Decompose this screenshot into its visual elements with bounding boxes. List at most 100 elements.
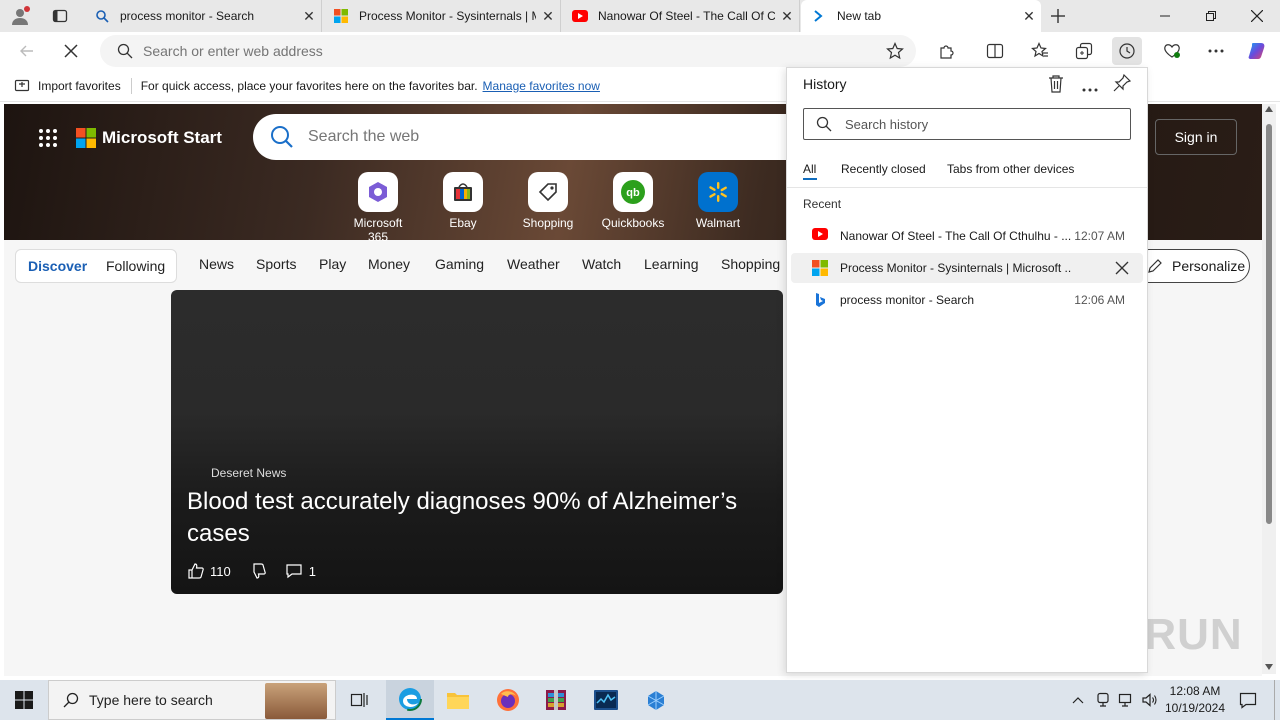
history-item-title: Process Monitor - Sysinternals | Microso… (840, 261, 1072, 275)
page-scrollbar[interactable] (1262, 104, 1276, 674)
history-item-time: 12:06 AM (1074, 293, 1125, 307)
volume-icon[interactable] (1138, 680, 1162, 720)
tab-new-tab[interactable]: New tab ✕ (801, 0, 1041, 32)
close-tab-icon[interactable]: ✕ (775, 8, 799, 25)
quick-link-ebay[interactable]: Ebay (428, 172, 498, 230)
extensions-icon[interactable] (932, 37, 962, 65)
nav-play[interactable]: Play (319, 256, 346, 272)
apps-launcher-icon[interactable] (38, 128, 58, 151)
history-item[interactable]: Process Monitor - Sysinternals | Microso… (791, 253, 1143, 283)
minimize-button[interactable] (1142, 0, 1188, 32)
tab-nanowar-youtube[interactable]: Nanowar Of Steel - The Call Of Cthulhu ✕ (562, 0, 800, 32)
search-icon (63, 692, 79, 708)
address-bar[interactable] (100, 35, 916, 67)
delete-history-icon[interactable] (1048, 75, 1064, 96)
more-options-icon[interactable] (1082, 81, 1098, 95)
tab-title: process monitor - Search (120, 9, 255, 23)
firefox-icon[interactable] (484, 680, 532, 720)
tab-process-monitor-search[interactable]: process monitor - Search ✕ (84, 0, 322, 32)
thumbs-up-icon[interactable] (187, 562, 205, 580)
favorite-star-icon[interactable] (886, 42, 904, 60)
tab-following[interactable]: Following (106, 258, 165, 274)
taskbar-search-box[interactable]: Type here to search (48, 680, 336, 720)
tab-recently-closed[interactable]: Recently closed (841, 162, 926, 176)
sign-in-button[interactable]: Sign in (1155, 119, 1237, 155)
quick-link-walmart[interactable]: Walmart (683, 172, 753, 230)
start-button[interactable] (0, 680, 48, 720)
task-view-icon[interactable] (336, 680, 384, 720)
nav-news[interactable]: News (199, 256, 234, 272)
nav-watch[interactable]: Watch (582, 256, 621, 272)
tab-other-devices[interactable]: Tabs from other devices (947, 162, 1074, 176)
nav-learning[interactable]: Learning (644, 256, 699, 272)
split-screen-icon[interactable] (980, 37, 1010, 65)
import-favorites-icon[interactable] (14, 78, 30, 94)
restore-button[interactable] (1188, 0, 1234, 32)
favorites-icon[interactable] (1025, 37, 1055, 65)
search-icon (94, 8, 110, 24)
stop-loading-button[interactable] (56, 37, 86, 65)
close-tab-icon[interactable]: ✕ (1017, 8, 1041, 25)
nav-weather[interactable]: Weather (507, 256, 560, 272)
pin-icon[interactable] (1113, 73, 1132, 95)
taskbar: Type here to search 12:08 AM 10/19/2024 (0, 680, 1280, 720)
browser-essentials-icon[interactable] (1157, 37, 1187, 65)
scroll-down-arrow[interactable] (1265, 664, 1273, 670)
quick-link-microsoft-365[interactable]: Microsoft 365 (343, 172, 413, 244)
nav-money[interactable]: Money (368, 256, 410, 272)
scroll-up-arrow[interactable] (1265, 106, 1273, 112)
tab-discover[interactable]: Discover (28, 258, 87, 274)
scroll-thumb[interactable] (1266, 124, 1272, 524)
show-desktop-strip[interactable] (1274, 680, 1280, 720)
brand-title[interactable]: Microsoft Start (102, 128, 222, 148)
quick-link-quickbooks[interactable]: qb Quickbooks (598, 172, 668, 230)
news-card[interactable]: Deseret News Blood test accurately diagn… (171, 290, 783, 594)
profile-avatar[interactable] (8, 4, 32, 28)
headline[interactable]: Blood test accurately diagnoses 90% of A… (187, 486, 767, 550)
network-icon[interactable] (1114, 680, 1138, 720)
remove-item-icon[interactable] (1115, 261, 1129, 275)
settings-more-icon[interactable] (1201, 37, 1231, 65)
personalize-button[interactable]: Personalize (1132, 249, 1250, 283)
nav-shopping[interactable]: Shopping (721, 256, 780, 272)
tab-process-monitor-sysinternals[interactable]: Process Monitor - Sysinternals | Microso… (323, 0, 561, 32)
manage-favorites-link[interactable]: Manage favorites now (483, 79, 600, 93)
copilot-icon[interactable] (1243, 37, 1273, 65)
close-tab-icon[interactable]: ✕ (536, 8, 560, 25)
tab-actions-icon[interactable] (48, 4, 72, 28)
nav-sports[interactable]: Sports (256, 256, 296, 272)
nav-gaming[interactable]: Gaming (435, 256, 484, 272)
import-favorites-button[interactable]: Import favorites (38, 79, 121, 93)
back-button[interactable] (12, 37, 42, 65)
collections-icon[interactable] (1069, 37, 1099, 65)
notification-icon[interactable] (1234, 680, 1262, 720)
address-input[interactable] (143, 43, 843, 59)
close-tab-icon[interactable]: ✕ (297, 8, 321, 25)
thumbs-down-icon[interactable] (249, 562, 267, 580)
search-highlight-image (265, 683, 327, 719)
comment-icon[interactable] (285, 562, 303, 580)
tool-app-icon[interactable] (632, 680, 680, 720)
history-search-box[interactable]: Search history (803, 108, 1131, 140)
tab-strip: process monitor - Search ✕ Process Monit… (0, 0, 1280, 32)
quick-link-shopping[interactable]: Shopping (513, 172, 583, 230)
history-item[interactable]: process monitor - Search 12:06 AM (791, 285, 1143, 315)
history-icon[interactable] (1112, 37, 1142, 65)
meet-now-icon[interactable] (1092, 680, 1114, 720)
web-search-box[interactable]: Search the web (253, 114, 813, 160)
new-tab-button[interactable] (1044, 4, 1072, 28)
process-monitor-icon[interactable] (582, 680, 630, 720)
show-hidden-icons[interactable] (1066, 680, 1090, 720)
history-item-title: process monitor - Search (840, 293, 975, 307)
search-icon (117, 43, 133, 59)
search-icon (270, 125, 294, 149)
close-window-button[interactable] (1234, 0, 1280, 32)
pencil-icon (1147, 258, 1163, 274)
winrar-icon[interactable] (532, 680, 580, 720)
edge-taskbar-icon[interactable] (386, 680, 434, 720)
tab-all[interactable]: All (803, 162, 816, 176)
file-explorer-icon[interactable] (434, 680, 482, 720)
clock[interactable]: 12:08 AM 10/19/2024 (1162, 683, 1228, 717)
ebay-icon (443, 172, 483, 212)
history-item[interactable]: Nanowar Of Steel - The Call Of Cthulhu -… (791, 221, 1143, 251)
